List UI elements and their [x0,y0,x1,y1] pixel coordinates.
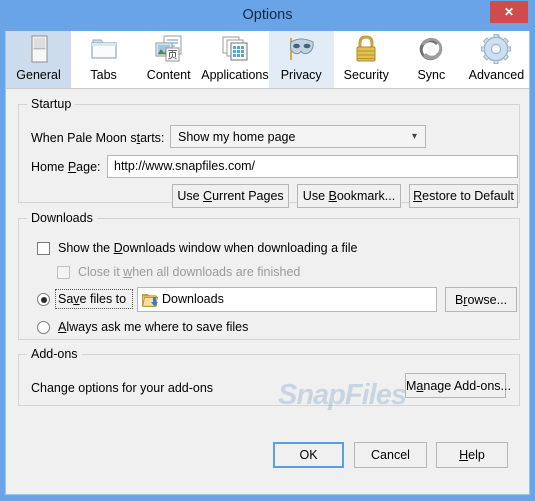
download-folder-value: Downloads [162,292,224,306]
tab-content-label: Content [146,68,191,82]
window-title: Options [242,7,293,23]
general-panel: Startup When Pale Moon starts: Show my h… [6,89,529,494]
tab-tabs[interactable]: Tabs [71,31,136,88]
when-pale-moon-starts-label: When Pale Moon starts: [31,131,165,145]
home-page-input[interactable]: http://www.snapfiles.com/ [107,155,518,178]
manage-addons-button[interactable]: Manage Add-ons... [405,373,511,398]
tab-advanced[interactable]: Advanced [464,31,529,88]
home-page-value: http://www.snapfiles.com/ [114,159,256,173]
show-downloads-window-label: Show the Downloads window when downloadi… [58,241,358,255]
tab-security[interactable]: Security [334,31,399,88]
applications-icon [218,34,252,66]
chevron-down-icon: ▾ [411,131,417,142]
tab-applications[interactable]: Applications [201,31,269,88]
home-page-label: Home Page: [31,160,101,174]
advanced-gear-icon [479,34,513,66]
downloads-folder-icon [142,293,159,308]
folder-tabs-icon [87,34,121,66]
tab-general[interactable]: General [6,31,72,88]
save-files-to-radio[interactable] [37,293,50,306]
use-bookmark-button[interactable]: Use Bookmark... [297,184,401,208]
ok-button[interactable]: OK [273,442,344,468]
browse-button[interactable]: Browse... [445,287,517,312]
options-tabstrip: General Tabs 页 Content Applications Priv… [6,31,529,89]
save-files-to-label: Save files to [58,292,127,306]
dialog-button-bar: OK Cancel Help [6,409,529,489]
use-current-pages-button[interactable]: Use Current Pages [172,184,289,208]
always-ask-radio[interactable] [37,321,50,334]
tab-tabs-label: Tabs [90,68,117,82]
startup-behavior-dropdown[interactable]: Show my home page ▾ [170,125,426,148]
close-button[interactable]: ✕ [490,1,528,23]
dialog-client-area: General Tabs 页 Content Applications Priv… [5,31,530,495]
svg-text:页: 页 [167,50,177,62]
addons-group: Add-ons Change options for your add-ons … [18,347,520,406]
tab-sync-label: Sync [417,68,446,82]
general-page-icon [22,34,56,66]
startup-group: Startup When Pale Moon starts: Show my h… [18,97,520,208]
download-folder-field[interactable]: Downloads [137,287,437,312]
restore-to-default-button[interactable]: Restore to Default [409,184,518,208]
options-dialog-window: Options ✕ General Tabs 页 Content Applica… [0,0,535,501]
tab-privacy-label: Privacy [280,68,322,82]
addons-group-legend: Add-ons [31,347,78,361]
security-lock-icon [349,34,383,66]
always-ask-label: Always ask me where to save files [58,320,249,334]
content-page-icon: 页 [152,34,186,66]
startup-group-legend: Startup [31,97,72,111]
privacy-mask-icon [284,34,318,66]
startup-behavior-value: Show my home page [178,130,296,144]
tab-applications-label: Applications [201,68,269,82]
downloads-group: Downloads Show the Downloads window when… [18,211,520,340]
show-downloads-window-checkbox[interactable] [37,242,50,255]
tab-privacy[interactable]: Privacy [268,31,334,88]
tab-security-label: Security [343,68,389,82]
downloads-group-legend: Downloads [31,211,93,225]
tab-advanced-label: Advanced [468,68,525,82]
close-icon: ✕ [503,5,515,19]
tab-general-label: General [16,68,61,82]
cancel-button[interactable]: Cancel [354,442,427,468]
title-bar: Options ✕ [0,0,535,31]
addons-description: Change options for your add-ons [31,381,214,395]
help-button[interactable]: Help [436,442,508,468]
close-when-finished-label: Close it when all downloads are finished [78,265,301,279]
sync-arrows-icon [414,34,448,66]
tab-content[interactable]: 页 Content [136,31,201,88]
tab-sync[interactable]: Sync [399,31,464,88]
close-when-finished-checkbox [57,266,70,279]
